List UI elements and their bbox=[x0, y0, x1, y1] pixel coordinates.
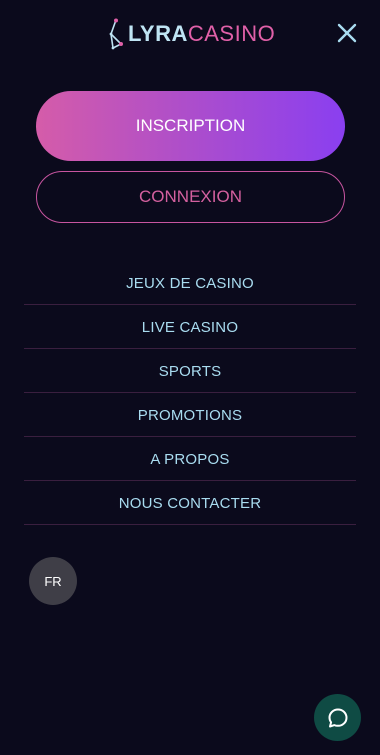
language-selector[interactable]: FR bbox=[29, 557, 77, 605]
logo-text-lyra: LYRA bbox=[128, 21, 188, 46]
nav-item-sports[interactable]: SPORTS bbox=[24, 350, 356, 393]
nav-item-live-casino[interactable]: LIVE CASINO bbox=[24, 306, 356, 349]
nav-item-promotions[interactable]: PROMOTIONS bbox=[24, 394, 356, 437]
main-nav: JEUX DE CASINO LIVE CASINO SPORTS PROMOT… bbox=[24, 262, 356, 526]
nav-item-about[interactable]: A PROPOS bbox=[24, 438, 356, 481]
chat-button[interactable] bbox=[314, 694, 361, 741]
logo[interactable]: LYRACASINO bbox=[108, 18, 275, 50]
mobile-menu-screen: LYRACASINO INSCRIPTION CONNEXION JEUX DE… bbox=[0, 0, 380, 755]
nav-item-contact[interactable]: NOUS CONTACTER bbox=[24, 482, 356, 525]
logo-text-casino: CASINO bbox=[187, 21, 276, 46]
header: LYRACASINO bbox=[0, 0, 380, 68]
constellation-icon bbox=[109, 18, 123, 50]
logo-text: LYRACASINO bbox=[128, 18, 275, 50]
login-button[interactable]: CONNEXION bbox=[36, 171, 345, 223]
close-menu-button[interactable] bbox=[336, 22, 358, 44]
chat-bubble-icon bbox=[328, 708, 347, 727]
register-button[interactable]: INSCRIPTION bbox=[36, 91, 345, 161]
nav-item-casino-games[interactable]: JEUX DE CASINO bbox=[24, 262, 356, 305]
close-icon bbox=[337, 23, 357, 43]
